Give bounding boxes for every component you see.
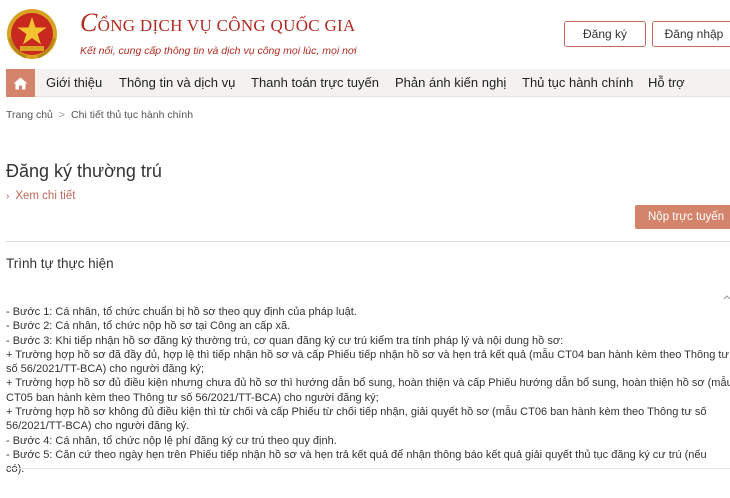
main-navigation: Giới thiệu Thông tin và dịch vụ Thanh to… bbox=[6, 69, 730, 97]
submit-online-button[interactable]: Nộp trực tuyến bbox=[635, 205, 730, 229]
step-line: số 56/2021/TT-BCA) cho người đăng ký; bbox=[6, 363, 205, 376]
page-title: Đăng ký thường trú bbox=[6, 161, 162, 181]
breadcrumb-home[interactable]: Trang chủ bbox=[6, 109, 53, 121]
step-line: - Bước 3: Khi tiếp nhận hồ sơ đăng ký th… bbox=[6, 334, 564, 347]
nav-item-thanh-toan[interactable]: Thanh toán trực tuyến bbox=[251, 69, 379, 97]
section-title: Trình tự thực hiện bbox=[6, 256, 114, 271]
step-line: - Bước 5: Căn cứ theo ngày hẹn trên Phiế… bbox=[6, 448, 707, 461]
step-line: - Bước 4: Cá nhân, tổ chức nộp lệ phí đă… bbox=[6, 434, 337, 447]
view-detail-label: Xem chi tiết bbox=[15, 190, 76, 202]
portal-title-initial: C bbox=[80, 8, 98, 37]
login-button[interactable]: Đăng nhập bbox=[652, 21, 730, 47]
step-line: CT05 ban hành kèm theo Thông tư số 56/20… bbox=[6, 391, 379, 404]
step-line: + Trường hợp hồ sơ đã đầy đủ, hợp lệ thì… bbox=[6, 348, 729, 361]
step-line: 56/2021/TT-BCA) cho người đăng ký. bbox=[6, 420, 190, 433]
breadcrumb-separator: > bbox=[58, 109, 66, 121]
site-header: CỔNG DỊCH VỤ CÔNG QUỐC GIA Kết nối, cung… bbox=[0, 0, 730, 68]
step-line: - Bước 1: Cá nhân, tổ chức chuẩn bị hồ s… bbox=[6, 306, 357, 318]
procedure-steps: - Bước 1: Cá nhân, tổ chức chuẩn bị hồ s… bbox=[6, 305, 730, 477]
portal-title[interactable]: CỔNG DỊCH VỤ CÔNG QUỐC GIA bbox=[80, 10, 356, 36]
national-emblem-logo[interactable] bbox=[6, 8, 58, 60]
portal-title-rest: ỔNG DỊCH VỤ CÔNG QUỐC GIA bbox=[97, 16, 356, 35]
step-line: + Trường hợp hồ sơ đủ điều kiện nhưng ch… bbox=[6, 377, 730, 390]
view-detail-link[interactable]: › Xem chi tiết bbox=[6, 190, 75, 202]
collapse-chevron-icon[interactable] bbox=[722, 289, 730, 300]
nav-item-phan-anh[interactable]: Phản ánh kiến nghị bbox=[395, 69, 506, 97]
nav-item-gioi-thieu[interactable]: Giới thiệu bbox=[46, 69, 102, 97]
nav-home-button[interactable] bbox=[6, 69, 35, 97]
portal-subtitle: Kết nối, cung cấp thông tin và dịch vụ c… bbox=[80, 45, 357, 57]
register-button[interactable]: Đăng ký bbox=[564, 21, 646, 47]
home-icon bbox=[13, 77, 28, 89]
step-line: - Bước 2: Cá nhân, tổ chức nộp hồ sơ tại… bbox=[6, 320, 291, 333]
breadcrumb-current: Chi tiết thủ tục hành chính bbox=[71, 109, 194, 121]
nav-item-thu-tuc[interactable]: Thủ tục hành chính bbox=[522, 69, 633, 97]
step-line: + Trường hợp hồ sơ không đủ điều kiện th… bbox=[6, 406, 707, 419]
chevron-right-icon: › bbox=[6, 191, 10, 202]
section-divider bbox=[6, 241, 730, 242]
nav-item-thong-tin-dich-vu[interactable]: Thông tin và dịch vụ bbox=[119, 69, 235, 97]
breadcrumb: Trang chủ > Chi tiết thủ tục hành chính bbox=[6, 109, 193, 121]
step-line: có). bbox=[6, 463, 25, 476]
section-bottom-divider bbox=[6, 468, 730, 469]
nav-item-ho-tro[interactable]: Hỗ trợ bbox=[648, 69, 685, 97]
